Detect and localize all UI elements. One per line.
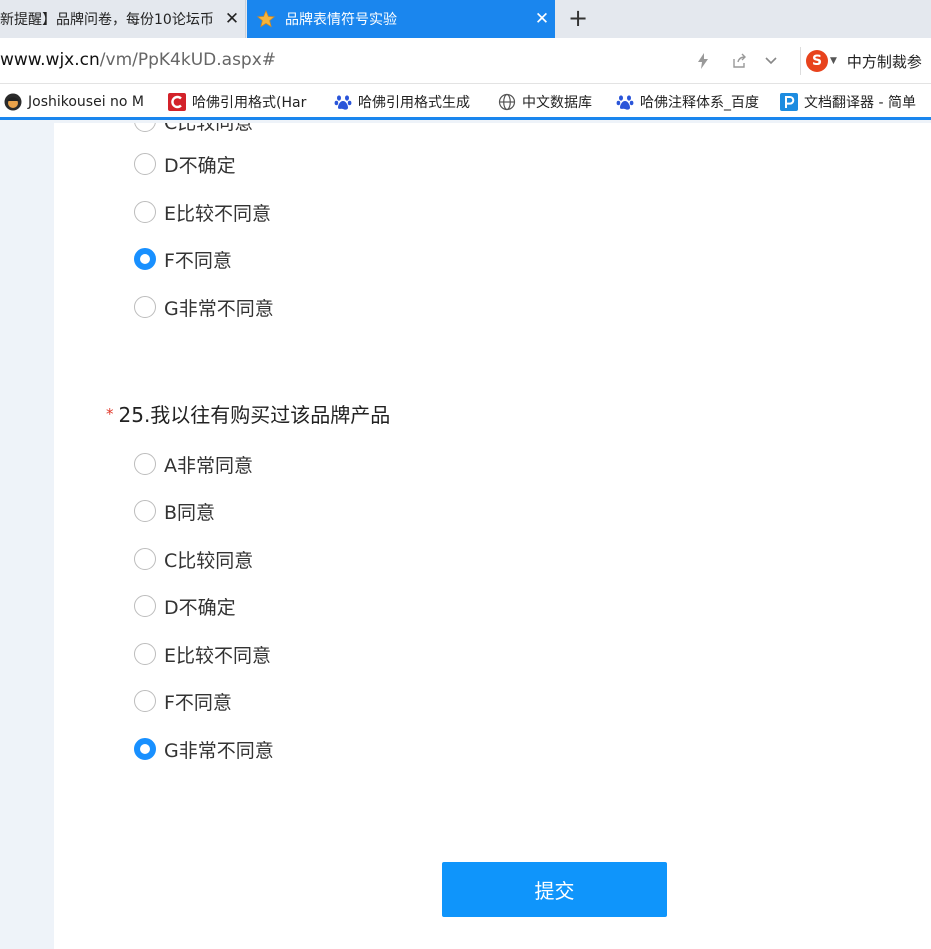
bookmark-item[interactable]: 文档翻译器 - 简单 — [780, 90, 931, 114]
question-title: * 25.我以往有购买过该品牌产品 — [106, 399, 390, 428]
bookmark-label: 哈佛引用格式生成 — [358, 95, 470, 111]
radio-button[interactable] — [134, 690, 156, 712]
radio-option[interactable]: D不确定 — [134, 151, 236, 177]
radio-button[interactable] — [134, 296, 156, 318]
chevron-down-icon[interactable] — [756, 46, 786, 76]
lightning-icon[interactable] — [688, 46, 718, 76]
option-label: A非常同意 — [164, 454, 253, 477]
survey-content: C比较同意 D不确定 E比较不同意 F不同意 G非常不同意 * 25.我以往有购… — [54, 123, 931, 949]
tab-forum[interactable]: 新提醒】品牌问卷，每份10论坛币 ✕ — [0, 0, 246, 38]
tab-strip: 新提醒】品牌问卷，每份10论坛币 ✕ 品牌表情符号实验 ✕ + — [0, 0, 931, 38]
bookmark-item[interactable]: 中文数据库 — [498, 90, 608, 114]
sogou-logo-icon: S — [806, 50, 828, 72]
radio-button[interactable] — [134, 453, 156, 475]
radio-option[interactable]: B同意 — [134, 498, 215, 524]
paw-icon — [616, 93, 634, 111]
question-text: 25.我以往有购买过该品牌产品 — [118, 403, 391, 427]
c-logo-icon — [168, 93, 186, 111]
new-tab-button[interactable]: + — [566, 5, 590, 33]
url-path: /vm/PpK4kUD.aspx# — [99, 50, 277, 70]
paw-icon — [334, 93, 352, 111]
radio-button[interactable] — [134, 123, 156, 132]
submit-button[interactable]: 提交 — [442, 862, 667, 917]
option-label: D不确定 — [164, 154, 236, 177]
address-bar: www.wjx.cn/vm/PpK4kUD.aspx# S ▼ 中方制裁参 — [0, 38, 931, 84]
radio-option[interactable]: G非常不同意 — [134, 294, 274, 320]
address-actions — [688, 38, 786, 84]
share-icon[interactable] — [724, 46, 754, 76]
option-label: F不同意 — [164, 691, 232, 714]
p-logo-icon — [780, 93, 798, 111]
radio-option[interactable]: D不确定 — [134, 593, 236, 619]
option-label: E比较不同意 — [164, 644, 272, 667]
option-label: C比较同意 — [164, 549, 254, 572]
option-label: F不同意 — [164, 249, 232, 272]
bookmark-item[interactable]: Joshikousei no M — [4, 90, 154, 114]
radio-option[interactable]: A非常同意 — [134, 451, 253, 477]
radio-button-checked[interactable] — [134, 248, 156, 270]
option-label: D不确定 — [164, 596, 236, 619]
radio-option[interactable]: E比较不同意 — [134, 199, 271, 225]
option-label: E比较不同意 — [164, 202, 272, 225]
radio-button[interactable] — [134, 548, 156, 570]
bookmark-item[interactable]: 哈佛引用格式生成 — [334, 90, 482, 114]
radio-button[interactable] — [134, 500, 156, 522]
star-icon — [253, 0, 279, 38]
tab-title: 新提醒】品牌问卷，每份10论坛币 — [0, 12, 214, 28]
chevron-down-icon[interactable]: ▼ — [830, 56, 837, 66]
required-mark: * — [106, 404, 114, 423]
radio-option[interactable]: F不同意 — [134, 688, 232, 714]
bookmark-item[interactable]: 哈佛引用格式(Har — [168, 90, 316, 114]
option-label: B同意 — [164, 501, 216, 524]
globe-icon — [498, 93, 516, 111]
radio-option[interactable]: G非常不同意 — [134, 736, 274, 762]
divider — [800, 47, 801, 75]
radio-option[interactable]: E比较不同意 — [134, 641, 271, 667]
bookmarks-bar: Joshikousei no M 哈佛引用格式(Har 哈佛引用格式生成 中文数… — [0, 84, 931, 120]
radio-button[interactable] — [134, 643, 156, 665]
radio-button[interactable] — [134, 595, 156, 617]
bookmark-item[interactable]: 哈佛注释体系_百度 — [616, 90, 764, 114]
bookmark-label: 中文数据库 — [522, 95, 592, 111]
radio-button[interactable] — [134, 201, 156, 223]
bookmark-label: 哈佛注释体系_百度 — [640, 95, 759, 111]
bookmark-label: Joshikousei no M — [28, 94, 145, 110]
option-label: G非常不同意 — [164, 739, 274, 762]
radio-option[interactable]: F不同意 — [134, 246, 232, 272]
option-label: G非常不同意 — [164, 297, 274, 320]
close-icon[interactable]: ✕ — [219, 9, 245, 29]
radio-button-checked[interactable] — [134, 738, 156, 760]
url-field[interactable]: www.wjx.cn/vm/PpK4kUD.aspx# — [0, 50, 276, 70]
radio-option[interactable]: C比较同意 — [134, 546, 253, 572]
url-host: www.wjx.cn — [0, 50, 100, 70]
bookmark-label: 文档翻译器 - 简单 — [804, 95, 916, 111]
radio-button[interactable] — [134, 153, 156, 175]
avatar-icon — [4, 93, 22, 111]
tab-title: 品牌表情符号实验 — [285, 12, 397, 28]
search-engine-box[interactable]: S ▼ 中方制裁参 — [806, 46, 922, 76]
bookmark-label: 哈佛引用格式(Har — [192, 95, 307, 111]
option-label: C比较同意 — [164, 123, 253, 135]
radio-option[interactable]: C比较同意 — [134, 123, 253, 134]
close-icon[interactable]: ✕ — [529, 9, 555, 29]
search-hotword: 中方制裁参 — [846, 52, 922, 71]
tab-survey[interactable]: 品牌表情符号实验 ✕ — [247, 0, 555, 38]
